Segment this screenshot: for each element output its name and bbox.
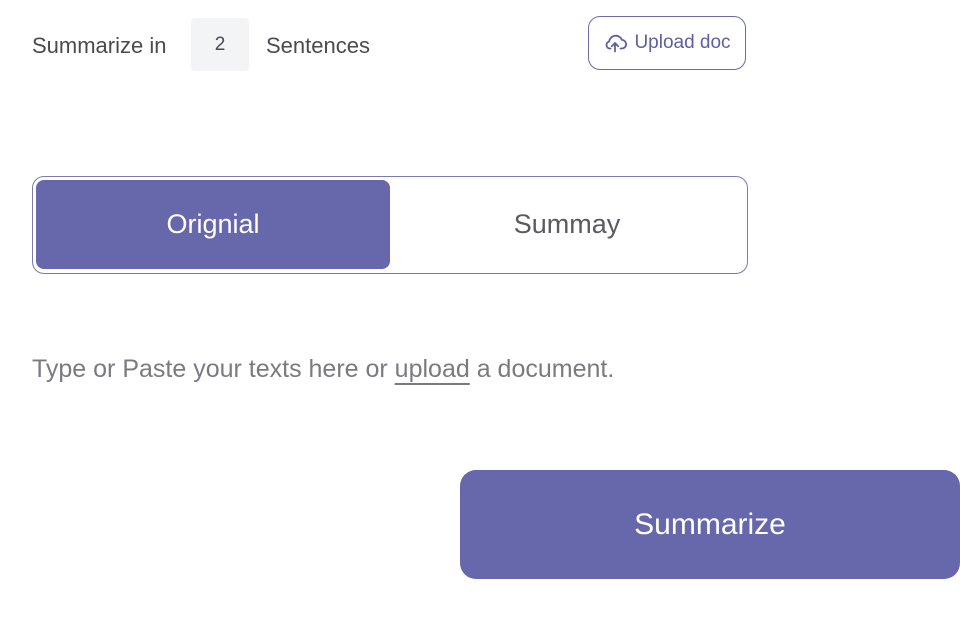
summarizer-page: Summarize in 2 Sentences Upload doc Orig… <box>0 0 960 624</box>
summarize-button[interactable]: Summarize <box>460 470 960 579</box>
upload-doc-label: Upload doc <box>634 32 731 53</box>
view-tabs: Orignial Summay <box>32 176 748 274</box>
summarize-in-label: Summarize in <box>32 33 167 58</box>
tab-original[interactable]: Orignial <box>36 180 390 269</box>
placeholder-text-start: Type or Paste your texts here or <box>32 355 395 383</box>
sentences-label: Sentences <box>266 33 370 58</box>
upload-doc-button[interactable]: Upload doc <box>588 16 746 70</box>
placeholder-text-end: a document. <box>469 355 615 383</box>
sentence-count-input[interactable]: 2 <box>191 18 249 71</box>
text-input-area[interactable]: Type or Paste your texts here or upload … <box>32 355 614 384</box>
upload-link[interactable]: upload <box>395 355 470 383</box>
tab-summary[interactable]: Summay <box>390 180 744 269</box>
cloud-upload-icon <box>603 33 628 53</box>
